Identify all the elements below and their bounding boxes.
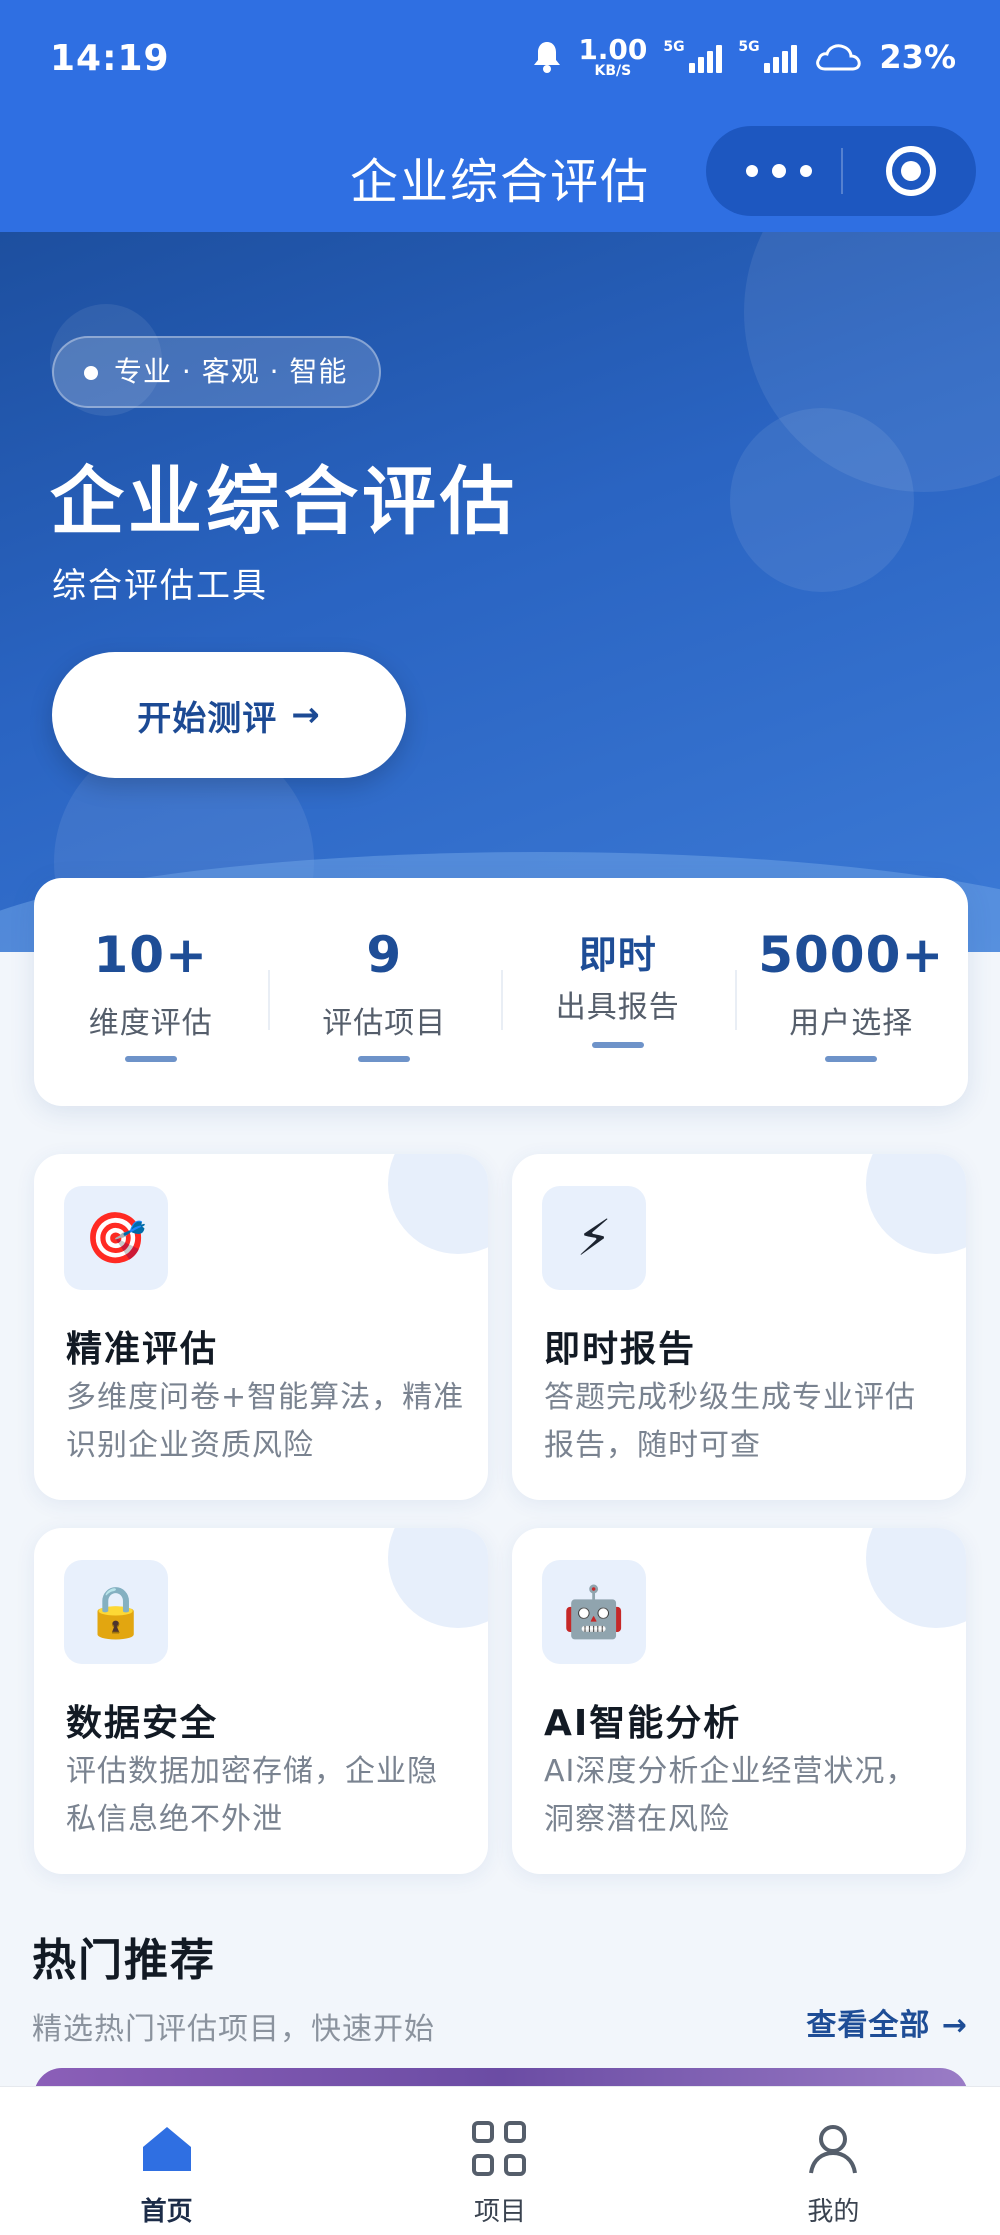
- lightning-icon: ⚡: [542, 1186, 646, 1290]
- card-decor: [866, 1528, 966, 1628]
- stat-underline: [358, 1056, 411, 1062]
- signal-label: 5G: [663, 39, 685, 55]
- section-subtitle: 精选热门评估项目，快速开始: [32, 2012, 435, 2047]
- arrow-right-icon: →: [291, 695, 321, 735]
- bottom-tab-bar: 首页 项目 我的: [0, 2086, 1000, 2235]
- tab-projects[interactable]: 项目: [333, 2087, 666, 2235]
- status-bar: 14:19 1.00 KB/S 5G 5G 23%: [0, 0, 1000, 118]
- tagline-chip: 专业 · 客观 · 智能: [52, 336, 382, 408]
- top-bar: 14:19 1.00 KB/S 5G 5G 23% 企业综合评估: [0, 0, 1000, 232]
- home-icon: [142, 2127, 191, 2171]
- bell-icon: [534, 42, 561, 73]
- feature-title: 数据安全: [66, 1703, 219, 1744]
- status-time: 14:19: [50, 38, 170, 79]
- hero-banner: 专业 · 客观 · 智能 企业综合评估 综合评估工具 开始测评 →: [0, 232, 1000, 952]
- stat-item: 9 评估项目: [267, 878, 502, 1106]
- mini-program-capsule: [706, 126, 976, 216]
- cloud-icon: [816, 44, 862, 71]
- feature-title: 即时报告: [544, 1329, 697, 1370]
- stat-label: 出具报告: [555, 990, 680, 1025]
- feature-desc: 答题完成秒级生成专业评估报告，随时可查: [544, 1380, 916, 1463]
- status-icons: 1.00 KB/S 5G 5G 23%: [532, 36, 956, 78]
- net-speed-unit: KB/S: [594, 63, 632, 79]
- feature-desc: 多维度问卷+智能算法，精准识别企业资质风险: [66, 1380, 465, 1463]
- tab-label: 我的: [807, 2197, 860, 2227]
- grid-icon: [471, 2121, 528, 2177]
- feature-title: 精准评估: [66, 1329, 219, 1370]
- capsule-divider: [841, 148, 843, 194]
- stat-value: 即时: [578, 933, 657, 977]
- stat-underline: [591, 1042, 644, 1048]
- feature-card-security[interactable]: 🔒 数据安全 评估数据加密存储，企业隐私信息绝不外泄: [34, 1528, 488, 1874]
- start-assessment-label: 开始测评: [137, 698, 278, 739]
- feature-card-ai[interactable]: 🤖 AI智能分析 AI深度分析企业经营状况，洞察潜在风险: [512, 1528, 966, 1874]
- stat-item: 5000+ 用户选择: [734, 878, 969, 1106]
- target-dart-icon: 🎯: [64, 1186, 168, 1290]
- stat-underline: [124, 1056, 177, 1062]
- stat-value: 10+: [93, 926, 208, 984]
- stat-item: 即时 出具报告: [501, 878, 735, 1106]
- feature-desc: AI深度分析企业经营状况，洞察潜在风险: [544, 1754, 917, 1837]
- decor-bubble: [730, 408, 914, 592]
- tab-label: 项目: [473, 2197, 526, 2227]
- target-icon[interactable]: [886, 146, 936, 196]
- card-decor: [388, 1154, 488, 1254]
- stat-label: 评估项目: [322, 1006, 447, 1041]
- tab-label: 首页: [140, 2197, 193, 2227]
- stat-value: 9: [366, 926, 403, 984]
- lock-icon: 🔒: [64, 1560, 168, 1664]
- user-icon: [809, 2125, 858, 2174]
- feature-card-precise[interactable]: 🎯 精准评估 多维度问卷+智能算法，精准识别企业资质风险: [34, 1154, 488, 1500]
- tab-home[interactable]: 首页: [0, 2087, 333, 2235]
- stat-label: 维度评估: [88, 1006, 213, 1041]
- feature-title: AI智能分析: [544, 1703, 742, 1744]
- more-dots-icon[interactable]: [746, 153, 812, 189]
- view-all-link[interactable]: 查看全部 →: [806, 2000, 968, 2044]
- stat-label: 用户选择: [789, 1006, 914, 1041]
- robot-icon: 🤖: [542, 1560, 646, 1664]
- start-assessment-button[interactable]: 开始测评 →: [52, 652, 406, 778]
- battery-percent: 23%: [879, 38, 956, 76]
- card-decor: [866, 1154, 966, 1254]
- tab-mine[interactable]: 我的: [667, 2087, 1000, 2235]
- net-speed: 1.00 KB/S: [578, 33, 648, 79]
- net-speed-value: 1.00: [578, 33, 648, 66]
- card-decor: [388, 1528, 488, 1628]
- stat-value: 5000+: [758, 926, 945, 984]
- hero-title: 企业综合评估: [50, 459, 518, 545]
- stat-underline: [825, 1056, 878, 1062]
- hero-subtitle: 综合评估工具: [52, 566, 268, 606]
- feature-desc: 评估数据加密存储，企业隐私信息绝不外泄: [66, 1754, 438, 1837]
- stat-item: 10+ 维度评估: [34, 878, 268, 1106]
- signal-label: 5G: [738, 39, 760, 55]
- feature-card-report[interactable]: ⚡ 即时报告 答题完成秒级生成专业评估报告，随时可查: [512, 1154, 966, 1500]
- section-title: 热门推荐: [32, 1935, 216, 1986]
- stats-card: 10+ 维度评估 9 评估项目 即时 出具报告 5000+ 用户选择: [34, 878, 968, 1106]
- signal-icon: 5G: [663, 39, 723, 73]
- signal-icon: 5G: [738, 39, 798, 73]
